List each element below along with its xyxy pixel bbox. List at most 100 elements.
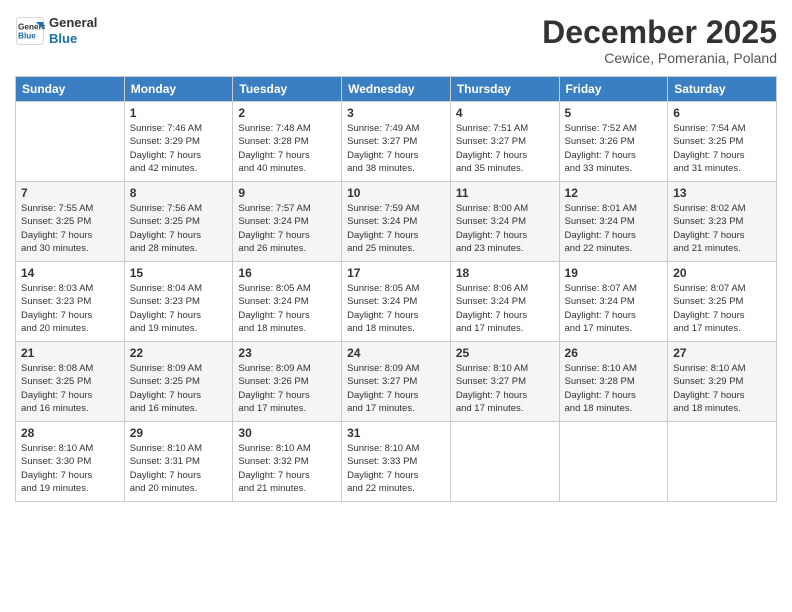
day-info: Sunrise: 7:59 AMSunset: 3:24 PMDaylight:… <box>347 202 445 255</box>
day-number: 14 <box>21 266 119 280</box>
calendar-cell: 25 Sunrise: 8:10 AMSunset: 3:27 PMDayligh… <box>450 342 559 422</box>
day-info: Sunrise: 7:54 AMSunset: 3:25 PMDaylight:… <box>673 122 771 175</box>
day-info: Sunrise: 8:09 AMSunset: 3:25 PMDaylight:… <box>130 362 228 415</box>
calendar-table: SundayMondayTuesdayWednesdayThursdayFrid… <box>15 76 777 502</box>
day-info: Sunrise: 8:10 AMSunset: 3:27 PMDaylight:… <box>456 362 554 415</box>
calendar-cell: 24 Sunrise: 8:09 AMSunset: 3:27 PMDayligh… <box>342 342 451 422</box>
logo-general: General <box>49 15 97 30</box>
day-number: 10 <box>347 186 445 200</box>
calendar-cell: 6 Sunrise: 7:54 AMSunset: 3:25 PMDaylight… <box>668 102 777 182</box>
logo-icon: General Blue <box>15 16 45 46</box>
day-info: Sunrise: 7:48 AMSunset: 3:28 PMDaylight:… <box>238 122 336 175</box>
week-row-5: 28 Sunrise: 8:10 AMSunset: 3:30 PMDayligh… <box>16 422 777 502</box>
day-info: Sunrise: 8:09 AMSunset: 3:26 PMDaylight:… <box>238 362 336 415</box>
calendar-cell: 7Sunrise: 7:55 AMSunset: 3:25 PMDaylight… <box>16 182 125 262</box>
day-info: Sunrise: 8:10 AMSunset: 3:33 PMDaylight:… <box>347 442 445 495</box>
calendar-cell: 20 Sunrise: 8:07 AMSunset: 3:25 PMDayligh… <box>668 262 777 342</box>
col-header-saturday: Saturday <box>668 77 777 102</box>
calendar-cell <box>16 102 125 182</box>
day-number: 28 <box>21 426 119 440</box>
calendar-cell: 15Sunrise: 8:04 AMSunset: 3:23 PMDayligh… <box>124 262 233 342</box>
logo: General Blue General Blue <box>15 15 97 46</box>
day-info: Sunrise: 8:02 AMSunset: 3:23 PMDaylight:… <box>673 202 771 255</box>
calendar-cell: 3Sunrise: 7:49 AMSunset: 3:27 PMDaylight… <box>342 102 451 182</box>
calendar-cell: 12Sunrise: 8:01 AMSunset: 3:24 PMDayligh… <box>559 182 668 262</box>
day-info: Sunrise: 8:10 AMSunset: 3:32 PMDaylight:… <box>238 442 336 495</box>
day-number: 17 <box>347 266 445 280</box>
title-block: December 2025 Cewice, Pomerania, Poland <box>542 15 777 66</box>
day-number: 8 <box>130 186 228 200</box>
day-info: Sunrise: 8:10 AMSunset: 3:28 PMDaylight:… <box>565 362 663 415</box>
day-number: 25 <box>456 346 554 360</box>
day-number: 4 <box>456 106 554 120</box>
day-info: Sunrise: 8:07 AMSunset: 3:24 PMDaylight:… <box>565 282 663 335</box>
day-number: 29 <box>130 426 228 440</box>
day-number: 31 <box>347 426 445 440</box>
day-number: 2 <box>238 106 336 120</box>
calendar-cell: 4 Sunrise: 7:51 AMSunset: 3:27 PMDaylight… <box>450 102 559 182</box>
calendar-cell <box>668 422 777 502</box>
calendar-cell: 27 Sunrise: 8:10 AMSunset: 3:29 PMDayligh… <box>668 342 777 422</box>
calendar-cell: 18Sunrise: 8:06 AMSunset: 3:24 PMDayligh… <box>450 262 559 342</box>
day-number: 6 <box>673 106 771 120</box>
calendar-cell: 30 Sunrise: 8:10 AMSunset: 3:32 PMDayligh… <box>233 422 342 502</box>
day-number: 23 <box>238 346 336 360</box>
week-row-3: 14 Sunrise: 8:03 AMSunset: 3:23 PMDayligh… <box>16 262 777 342</box>
day-info: Sunrise: 8:10 AMSunset: 3:30 PMDaylight:… <box>21 442 119 495</box>
calendar-cell: 21Sunrise: 8:08 AMSunset: 3:25 PMDayligh… <box>16 342 125 422</box>
calendar-cell: 9Sunrise: 7:57 AMSunset: 3:24 PMDaylight… <box>233 182 342 262</box>
day-number: 5 <box>565 106 663 120</box>
day-number: 27 <box>673 346 771 360</box>
week-row-1: 1 Sunrise: 7:46 AMSunset: 3:29 PMDaylight… <box>16 102 777 182</box>
calendar-cell: 31 Sunrise: 8:10 AMSunset: 3:33 PMDayligh… <box>342 422 451 502</box>
day-info: Sunrise: 8:04 AMSunset: 3:23 PMDaylight:… <box>130 282 228 335</box>
calendar-cell: 14 Sunrise: 8:03 AMSunset: 3:23 PMDayligh… <box>16 262 125 342</box>
col-header-monday: Monday <box>124 77 233 102</box>
calendar-cell: 23 Sunrise: 8:09 AMSunset: 3:26 PMDayligh… <box>233 342 342 422</box>
day-info: Sunrise: 8:05 AMSunset: 3:24 PMDaylight:… <box>347 282 445 335</box>
day-info: Sunrise: 7:51 AMSunset: 3:27 PMDaylight:… <box>456 122 554 175</box>
day-number: 1 <box>130 106 228 120</box>
calendar-cell: 5Sunrise: 7:52 AMSunset: 3:26 PMDaylight… <box>559 102 668 182</box>
calendar-cell: 13 Sunrise: 8:02 AMSunset: 3:23 PMDayligh… <box>668 182 777 262</box>
day-number: 24 <box>347 346 445 360</box>
day-info: Sunrise: 7:49 AMSunset: 3:27 PMDaylight:… <box>347 122 445 175</box>
logo-blue: Blue <box>49 31 77 46</box>
day-number: 18 <box>456 266 554 280</box>
day-number: 9 <box>238 186 336 200</box>
calendar-cell: 10 Sunrise: 7:59 AMSunset: 3:24 PMDayligh… <box>342 182 451 262</box>
month-title: December 2025 <box>542 15 777 50</box>
day-info: Sunrise: 8:07 AMSunset: 3:25 PMDaylight:… <box>673 282 771 335</box>
day-info: Sunrise: 8:10 AMSunset: 3:29 PMDaylight:… <box>673 362 771 415</box>
day-info: Sunrise: 8:01 AMSunset: 3:24 PMDaylight:… <box>565 202 663 255</box>
header: General Blue General Blue December 2025 … <box>15 15 777 66</box>
calendar-cell: 1 Sunrise: 7:46 AMSunset: 3:29 PMDaylight… <box>124 102 233 182</box>
day-number: 7 <box>21 186 119 200</box>
day-number: 22 <box>130 346 228 360</box>
calendar-cell: 29Sunrise: 8:10 AMSunset: 3:31 PMDayligh… <box>124 422 233 502</box>
day-number: 30 <box>238 426 336 440</box>
day-info: Sunrise: 7:56 AMSunset: 3:25 PMDaylight:… <box>130 202 228 255</box>
col-header-sunday: Sunday <box>16 77 125 102</box>
day-info: Sunrise: 8:08 AMSunset: 3:25 PMDaylight:… <box>21 362 119 415</box>
svg-text:Blue: Blue <box>18 31 36 40</box>
calendar-cell: 8 Sunrise: 7:56 AMSunset: 3:25 PMDaylight… <box>124 182 233 262</box>
day-info: Sunrise: 7:46 AMSunset: 3:29 PMDaylight:… <box>130 122 228 175</box>
logo-text: General Blue <box>49 15 97 46</box>
week-row-2: 7Sunrise: 7:55 AMSunset: 3:25 PMDaylight… <box>16 182 777 262</box>
day-number: 13 <box>673 186 771 200</box>
col-header-thursday: Thursday <box>450 77 559 102</box>
header-row: SundayMondayTuesdayWednesdayThursdayFrid… <box>16 77 777 102</box>
calendar-cell <box>450 422 559 502</box>
calendar-cell: 16Sunrise: 8:05 AMSunset: 3:24 PMDayligh… <box>233 262 342 342</box>
calendar-cell: 22 Sunrise: 8:09 AMSunset: 3:25 PMDayligh… <box>124 342 233 422</box>
page-container: General Blue General Blue December 2025 … <box>0 0 792 612</box>
day-info: Sunrise: 8:03 AMSunset: 3:23 PMDaylight:… <box>21 282 119 335</box>
day-number: 20 <box>673 266 771 280</box>
day-info: Sunrise: 8:09 AMSunset: 3:27 PMDaylight:… <box>347 362 445 415</box>
day-number: 11 <box>456 186 554 200</box>
calendar-cell: 17 Sunrise: 8:05 AMSunset: 3:24 PMDayligh… <box>342 262 451 342</box>
day-number: 26 <box>565 346 663 360</box>
calendar-cell: 28 Sunrise: 8:10 AMSunset: 3:30 PMDayligh… <box>16 422 125 502</box>
location-title: Cewice, Pomerania, Poland <box>542 50 777 66</box>
